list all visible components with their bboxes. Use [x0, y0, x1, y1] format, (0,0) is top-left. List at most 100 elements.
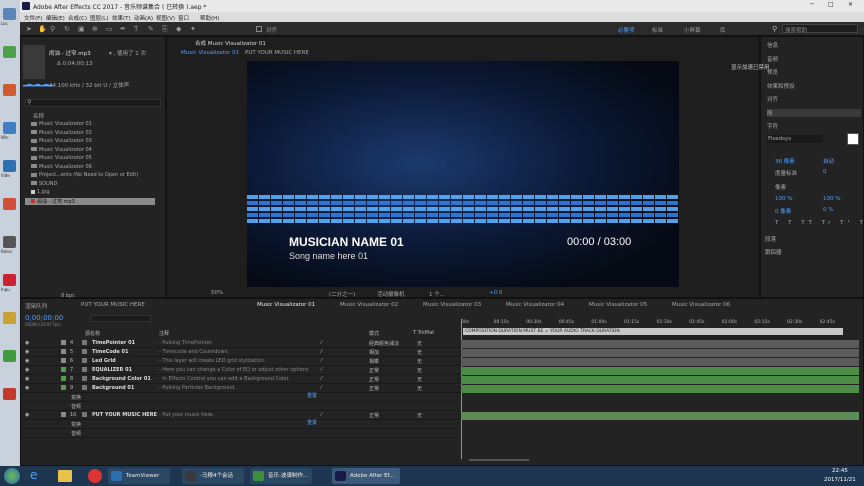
label-color-swatch[interactable] [61, 340, 66, 345]
menu-item[interactable]: 帮助(H) [200, 14, 219, 22]
quality-switch-icon[interactable]: ⁄ [321, 349, 322, 355]
project-item[interactable]: Project...ents (No Need to Open or Edit) [25, 172, 155, 178]
right-panel-item[interactable]: 段 [767, 108, 861, 117]
camera-dropdown[interactable]: 活动摄像机 [377, 290, 405, 298]
desktop-icon[interactable] [3, 160, 16, 172]
label-color-swatch[interactable] [61, 385, 66, 390]
rotate-tool-icon[interactable]: ↻ [64, 25, 70, 33]
tracking-value[interactable]: 0 [823, 169, 827, 175]
composition-canvas[interactable]: MUSICIAN NAME 01 Song name here 01 00:00… [247, 61, 679, 287]
desktop-icon[interactable] [3, 350, 16, 362]
vertical-scale[interactable]: 100 % [775, 196, 792, 202]
menu-item[interactable]: 图层(L) [90, 14, 108, 22]
desktop-icon[interactable] [3, 388, 16, 400]
pan-behind-tool-icon[interactable]: ⊕ [92, 25, 98, 33]
project-search-input[interactable] [25, 99, 161, 107]
snap-checkbox[interactable] [256, 26, 262, 32]
puppet-tool-icon[interactable]: ✦ [190, 25, 196, 33]
layer-name[interactable]: PUT YOUR MUSIC HERE [92, 412, 157, 418]
ie-icon[interactable]: e [30, 468, 46, 484]
project-item[interactable]: Music Visualizator 04 [25, 147, 155, 153]
property-row[interactable]: 音频 [21, 402, 461, 411]
layer-row[interactable]: ◉ 7 EQUALIZER 01 - Here you can change a Co… [21, 366, 461, 375]
layer-comment[interactable]: - Pulsing Particles Background. [159, 385, 236, 391]
layer-row[interactable]: ◉ 8 Background Color 01 - In Effects Contro… [21, 375, 461, 384]
desktop-icon[interactable] [3, 198, 16, 210]
layer-name[interactable]: Background Color 01 [92, 376, 151, 382]
layer-name[interactable]: Background 01 [92, 385, 134, 391]
zoom-slider[interactable] [469, 459, 529, 461]
label-color-swatch[interactable] [61, 358, 66, 363]
blend-mode-dropdown[interactable]: 正常 [369, 376, 379, 383]
project-item[interactable]: Music Visualizator 02 [25, 130, 155, 136]
composition-tab[interactable]: 合成 Music Visualizator 01 [195, 39, 266, 47]
camera-tool-icon[interactable]: ▣ [78, 25, 85, 33]
type-tool-icon[interactable]: T [134, 25, 138, 33]
taskbar-item[interactable]: Adobe After Ef... [332, 468, 400, 484]
breadcrumb-music[interactable]: PUT YOUR MUSIC HERE [245, 50, 309, 56]
start-button[interactable] [4, 468, 20, 484]
project-item[interactable]: Music Visualizator 06 [25, 164, 155, 170]
layer-comment[interactable]: - Put your music here. [159, 412, 214, 418]
blend-mode-dropdown[interactable]: 正常 [369, 367, 379, 374]
trkmat-dropdown[interactable]: 无 [417, 349, 422, 356]
selection-tool-icon[interactable]: ➤ [26, 25, 32, 33]
layer-duration-bar[interactable] [461, 358, 859, 366]
right-panel-item[interactable]: 预览 [767, 68, 778, 76]
quality-switch-icon[interactable]: ⁄ [321, 376, 322, 382]
timeline-tab[interactable]: Music Visualizator 06 [672, 302, 730, 308]
label-color-swatch[interactable] [61, 376, 66, 381]
right-panel-item[interactable]: 字符 [767, 122, 778, 130]
property-row[interactable]: 变换 [21, 393, 461, 402]
app-red-icon[interactable] [88, 469, 102, 483]
trkmat-dropdown[interactable]: 无 [417, 412, 422, 419]
exposure-value[interactable]: +0.0 [489, 290, 502, 296]
project-item[interactable]: 1.jpg [25, 189, 155, 195]
blend-mode-dropdown[interactable]: 正常 [369, 412, 379, 419]
paragraph-section[interactable]: 段落 [765, 235, 776, 243]
blend-mode-dropdown[interactable]: 经典颜色减淡 [369, 340, 399, 347]
project-item[interactable]: 闹油 - 过窄.mp3 [25, 197, 155, 205]
desktop-icon[interactable] [3, 122, 16, 134]
visibility-eye-icon[interactable]: ◉ [25, 367, 29, 373]
property-label[interactable]: 变换 [71, 421, 81, 428]
taskbar-item[interactable]: 音乐-波谱制作... [250, 468, 312, 484]
workspace-library[interactable]: 库 [720, 26, 726, 34]
right-panel-item[interactable]: 音频 [767, 55, 778, 63]
layer-duration-bar[interactable] [461, 385, 859, 393]
horizontal-scale[interactable]: 100 % [823, 196, 840, 202]
property-label[interactable]: 音频 [71, 430, 81, 437]
kerning-value[interactable]: 度量标准 [775, 169, 797, 177]
timeline-tab[interactable]: Music Visualizator 03 [423, 302, 481, 308]
layer-row[interactable]: ◉ 4 TimePointer 01 - Pulsing TimePointer. ⁄ 经… [21, 339, 461, 348]
layer-row[interactable]: ◉ 9 Background 01 - Pulsing Particles Backg… [21, 384, 461, 393]
trkmat-dropdown[interactable]: 无 [417, 340, 422, 347]
desktop-icon[interactable] [3, 236, 16, 248]
property-label[interactable]: 音频 [71, 403, 81, 410]
timeline-tab[interactable]: Music Visualizator 02 [340, 302, 398, 308]
tsume-value[interactable]: 0 % [823, 207, 833, 213]
property-label[interactable]: 变换 [71, 394, 81, 401]
menu-item[interactable]: 合成(C) [68, 14, 87, 22]
desktop-icon[interactable] [3, 274, 16, 286]
fill-color-swatch[interactable] [847, 133, 859, 145]
right-panel-item[interactable]: 效果和预设 [767, 82, 795, 90]
layer-comment[interactable]: - This layer will create LED grid styliz… [159, 358, 266, 364]
menu-item[interactable]: 动画(A) [134, 14, 153, 22]
clock-time[interactable]: 22:45 [832, 468, 848, 474]
layer-comment[interactable]: - Timecode and Countdown. [159, 349, 229, 355]
visibility-eye-icon[interactable]: ◉ [25, 412, 29, 418]
hand-tool-icon[interactable]: ✋ [38, 25, 47, 33]
quality-switch-icon[interactable]: ⁄ [321, 358, 322, 364]
brush-tool-icon[interactable]: ✎ [148, 25, 154, 33]
breadcrumb-comp[interactable]: Music Visualizator 01 [181, 50, 239, 56]
layer-name[interactable]: Led Grid [92, 358, 116, 364]
project-item[interactable]: Music Visualizator 03 [25, 138, 155, 144]
font-family-dropdown[interactable]: Fixedsys [767, 135, 823, 143]
trkmat-dropdown[interactable]: 无 [417, 358, 422, 365]
workspace-small-screen[interactable]: 小屏幕 [684, 26, 701, 34]
layer-duration-bar[interactable] [461, 349, 859, 357]
trkmat-dropdown[interactable]: 无 [417, 385, 422, 392]
project-item[interactable]: Music Visualizator 05 [25, 155, 155, 161]
timeline-tab[interactable]: PUT YOUR MUSIC HERE [81, 302, 145, 308]
